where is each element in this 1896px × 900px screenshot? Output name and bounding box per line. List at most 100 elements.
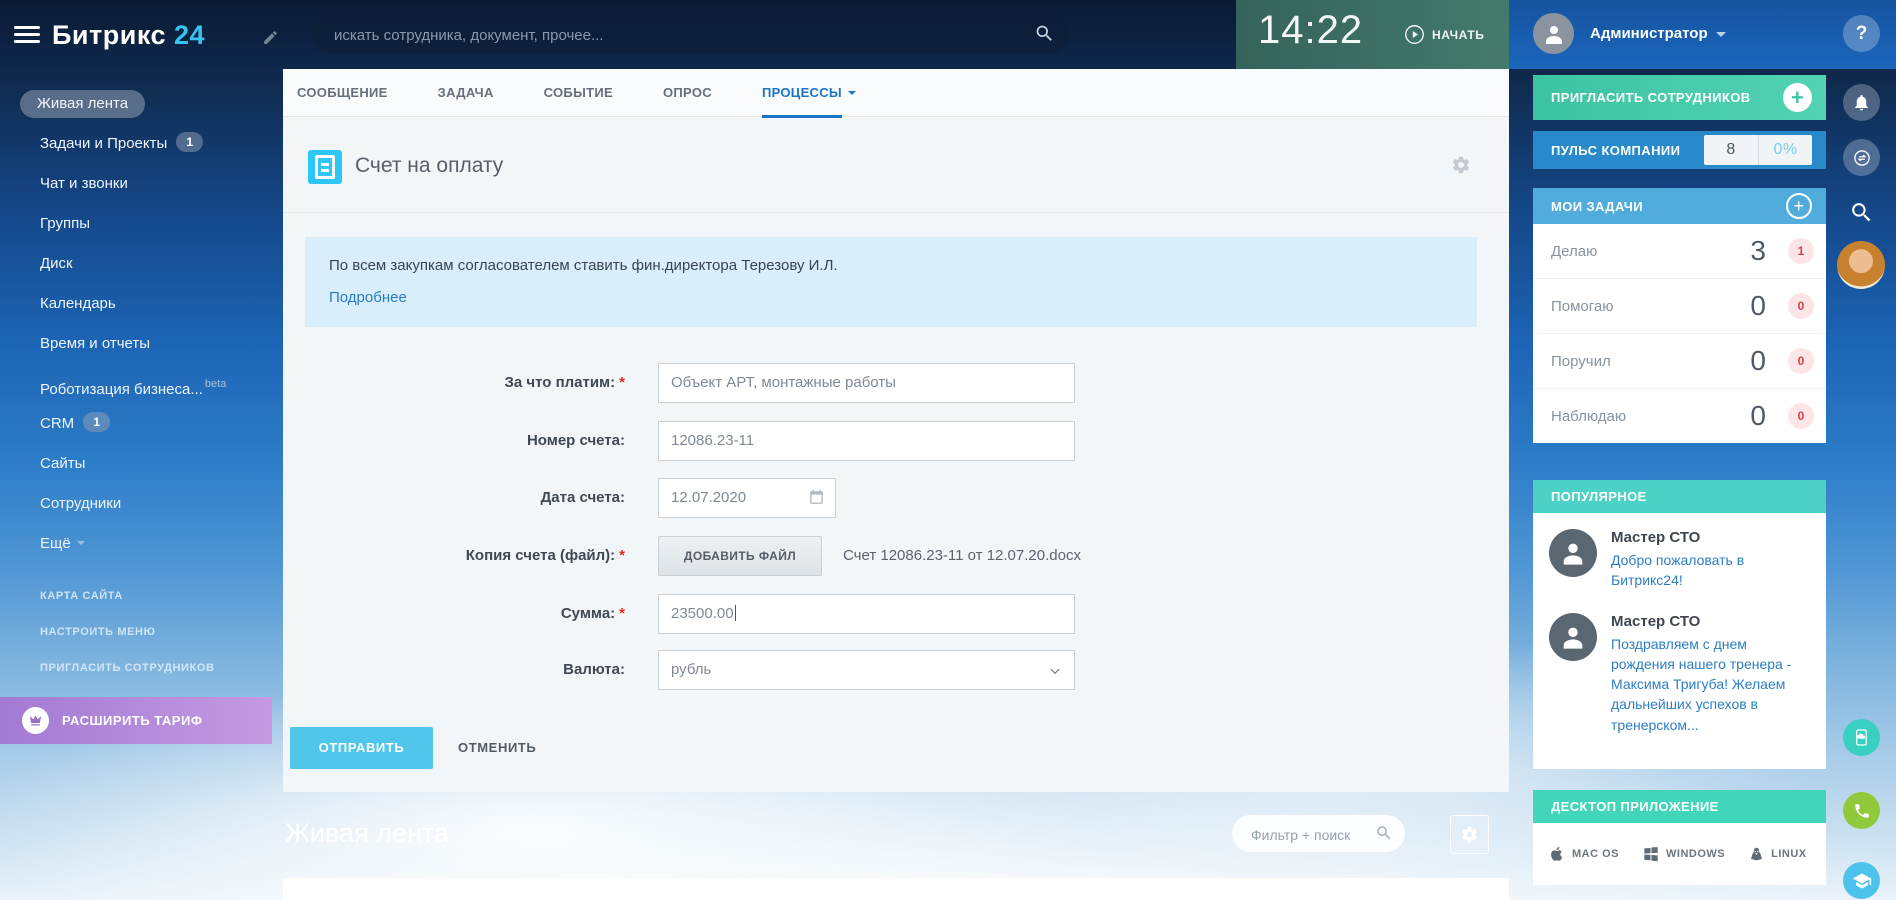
start-workday-button[interactable]: НАЧАТЬ xyxy=(1404,24,1484,45)
required-asterisk: * xyxy=(619,374,625,391)
post-link[interactable]: Поздравляем с днем рождения нашего трене… xyxy=(1611,634,1812,735)
task-count: 0 xyxy=(1750,400,1766,431)
training-button[interactable] xyxy=(1843,862,1880,899)
sidebar-item-live-feed[interactable]: Живая лента xyxy=(0,84,283,124)
author-name[interactable]: Мастер СТО xyxy=(1611,529,1812,546)
popular-section: Мастер СТО Добро пожаловать в Битрикс24!… xyxy=(1533,513,1826,769)
info-banner: По всем закупкам согласователем ставить … xyxy=(305,237,1477,327)
currency-label: Валюта: xyxy=(563,661,625,678)
feed-filter-input[interactable] xyxy=(1249,815,1373,854)
sidebar-item-sites[interactable]: Сайты xyxy=(0,444,283,484)
feed-card xyxy=(283,878,1509,900)
task-badge: 0 xyxy=(1788,348,1814,374)
submit-button[interactable]: ОТПРАВИТЬ xyxy=(290,727,433,769)
platform-macos[interactable]: MAC OS xyxy=(1549,845,1619,863)
text-cursor xyxy=(734,605,736,621)
sitemap-link[interactable]: КАРТА САЙТА xyxy=(0,578,283,614)
help-button[interactable]: ? xyxy=(1843,15,1880,52)
task-count: 0 xyxy=(1750,345,1766,376)
amount-field[interactable]: 23500.00 xyxy=(658,594,1075,634)
configure-menu-link[interactable]: НАСТРОИТЬ МЕНЮ xyxy=(0,614,283,650)
platform-windows[interactable]: WINDOWS xyxy=(1643,846,1725,862)
author-avatar[interactable] xyxy=(1549,612,1597,661)
calendar-icon[interactable] xyxy=(808,489,825,506)
sidebar-item-disk[interactable]: Диск xyxy=(0,244,283,284)
currency-select[interactable]: рубль xyxy=(658,650,1075,690)
tab-event[interactable]: СОБЫТИЕ xyxy=(544,69,613,117)
attached-filename: Счет 12086.23-11 от 12.07.20.docx xyxy=(843,547,1081,564)
tab-poll[interactable]: ОПРОС xyxy=(663,69,712,117)
chevron-down-icon xyxy=(1715,31,1726,37)
cancel-button[interactable]: ОТМЕНИТЬ xyxy=(458,727,536,769)
upgrade-label: РАСШИРИТЬ ТАРИФ xyxy=(62,713,203,728)
mobile-app-button[interactable] xyxy=(1843,719,1880,756)
search-icon[interactable] xyxy=(1375,824,1393,842)
chevron-down-icon xyxy=(1048,664,1062,678)
sidebar-footer: КАРТА САЙТА НАСТРОИТЬ МЕНЮ ПРИГЛАСИТЬ СО… xyxy=(0,578,283,686)
global-search-input[interactable] xyxy=(332,14,1016,56)
sidebar-item-crm[interactable]: CRM 1 xyxy=(0,404,283,444)
task-row-watching[interactable]: Наблюдаю 0 0 xyxy=(1533,389,1826,443)
logo-suffix: 24 xyxy=(174,20,206,50)
my-tasks-header[interactable]: МОИ ЗАДАЧИ + xyxy=(1533,188,1826,224)
tab-processes[interactable]: ПРОЦЕССЫ xyxy=(761,69,856,118)
page-title: Счет на оплату xyxy=(355,154,504,177)
add-file-button[interactable]: ДОБАВИТЬ ФАЙЛ xyxy=(658,536,822,576)
clock-time: 14:22 xyxy=(1258,8,1364,52)
tasks-count-badge: 1 xyxy=(176,132,204,152)
popular-item: Мастер СТО Поздравляем с днем рождения н… xyxy=(1549,612,1812,735)
person-icon xyxy=(1563,543,1583,565)
play-circle-icon xyxy=(1405,25,1424,44)
person-icon xyxy=(1563,627,1583,649)
task-row-assigned[interactable]: Поручил 0 0 xyxy=(1533,334,1826,389)
invoice-date-field[interactable]: 12.07.2020 xyxy=(658,478,836,518)
invite-employees-link[interactable]: ПРИГЛАСИТЬ СОТРУДНИКОВ xyxy=(0,650,283,686)
invoice-number-label: Номер счета: xyxy=(526,432,625,449)
app-logo: Битрикс 24 xyxy=(52,20,205,51)
profile-avatar[interactable] xyxy=(1837,241,1885,289)
task-row-doing[interactable]: Делаю 3 1 xyxy=(1533,224,1826,279)
invoice-number-field[interactable]: 12086.23-11 xyxy=(658,421,1075,461)
company-pulse-banner[interactable]: ПУЛЬС КОМПАНИИ 8 0% xyxy=(1533,131,1826,169)
plus-icon[interactable]: + xyxy=(1786,193,1812,219)
sidebar-nav: Живая лента Задачи и Проекты 1 Чат и звон… xyxy=(0,84,283,564)
upgrade-plan-button[interactable]: РАСШИРИТЬ ТАРИФ xyxy=(0,697,272,744)
user-name: Администратор xyxy=(1590,25,1726,42)
tab-message[interactable]: СООБЩЕНИЕ xyxy=(297,69,388,117)
work-time-panel: 14:22 НАЧАТЬ xyxy=(1236,0,1509,69)
edit-pencil-icon[interactable] xyxy=(262,29,279,46)
linux-icon xyxy=(1751,847,1763,861)
sidebar-item-groups[interactable]: Группы xyxy=(0,204,283,244)
sidebar-item-more[interactable]: Ещё xyxy=(0,524,283,564)
notifications-button[interactable] xyxy=(1843,84,1880,121)
post-tabs: СООБЩЕНИЕ ЗАДАЧА СОБЫТИЕ ОПРОС ПРОЦЕССЫ xyxy=(283,69,1509,118)
crm-count-badge: 1 xyxy=(83,412,111,432)
user-menu[interactable]: Администратор xyxy=(1533,13,1726,54)
messenger-button[interactable] xyxy=(1843,139,1880,176)
banner-more-link[interactable]: Подробнее xyxy=(329,289,1453,306)
invite-employees-banner[interactable]: ПРИГЛАСИТЬ СОТРУДНИКОВ + xyxy=(1533,75,1826,120)
search-button[interactable] xyxy=(1849,200,1874,225)
telephony-button[interactable] xyxy=(1843,792,1880,829)
search-icon[interactable] xyxy=(1034,23,1055,44)
invoice-copy-label: Копия счета (файл): * xyxy=(465,547,625,564)
tab-task[interactable]: ЗАДАЧА xyxy=(438,69,494,117)
author-name[interactable]: Мастер СТО xyxy=(1611,613,1812,630)
task-row-helping[interactable]: Помогаю 0 0 xyxy=(1533,279,1826,334)
sidebar-item-calendar[interactable]: Календарь xyxy=(0,284,283,324)
pulse-percent: 0% xyxy=(1773,141,1798,158)
feed-filter xyxy=(1232,815,1405,854)
sidebar-item-employees[interactable]: Сотрудники xyxy=(0,484,283,524)
sidebar-item-time-reports[interactable]: Время и отчеты xyxy=(0,324,283,364)
platform-linux[interactable]: LINUX xyxy=(1749,845,1807,863)
pay-for-field[interactable]: Объект АРТ, монтажные работы xyxy=(658,363,1075,403)
hamburger-menu-icon[interactable] xyxy=(14,26,40,44)
sidebar-item-tasks[interactable]: Задачи и Проекты 1 xyxy=(0,124,283,164)
post-link[interactable]: Добро пожаловать в Битрикс24! xyxy=(1611,550,1812,591)
process-settings-gear-icon[interactable] xyxy=(1451,155,1471,175)
chevron-down-icon xyxy=(76,541,85,545)
author-avatar[interactable] xyxy=(1549,529,1597,577)
sidebar-item-rpa[interactable]: Роботизация бизнеса... beta xyxy=(0,364,283,404)
feed-settings-gear-icon[interactable] xyxy=(1450,815,1489,854)
sidebar-item-chat[interactable]: Чат и звонки xyxy=(0,164,283,204)
